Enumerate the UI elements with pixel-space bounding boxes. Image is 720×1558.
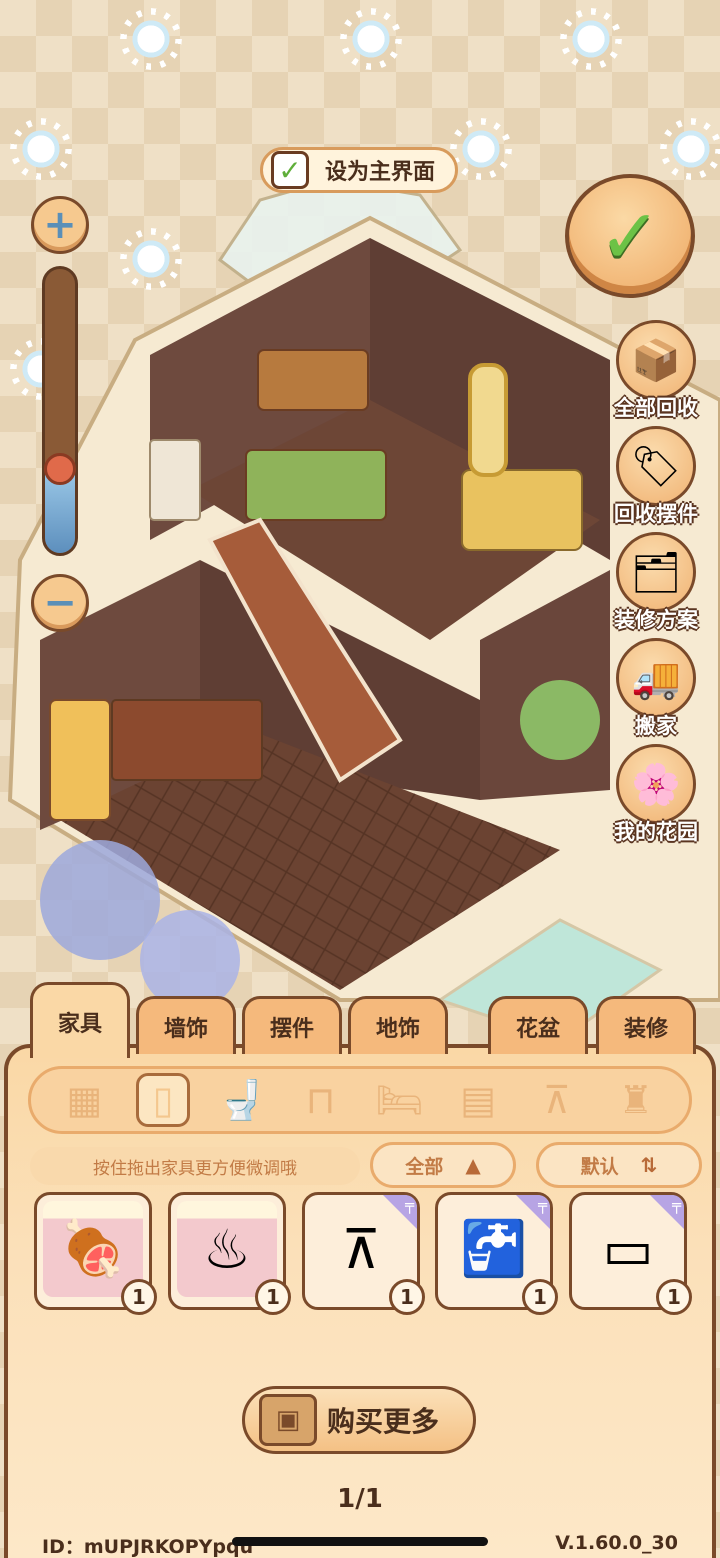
lamp-icon[interactable]: ♜ [609,1073,663,1127]
page-indicator: 1/1 [337,1484,383,1514]
user-id: ID：mUPJRKOPYpqu [42,1536,254,1558]
filter-dropdown[interactable]: 全部 ▲ [370,1142,516,1188]
sort-icon: ⇅ [640,1153,658,1177]
version-label: V.1.60.0_30 [555,1532,678,1554]
recycle-ornament-icon: 🏷 [616,426,696,506]
tab-furniture[interactable]: 家具 [30,982,130,1058]
table-icon[interactable]: ⊼ [530,1073,584,1127]
decor-plan-label: 装修方案 [614,608,698,632]
zoom-in-button[interactable]: + [31,196,89,254]
moving-truck-icon: 🚚 [616,638,696,718]
item-count-badge: 1 [121,1279,157,1315]
zoom-slider-handle[interactable] [44,453,76,485]
tab-label: 装修 [623,1016,668,1042]
minus-icon: − [43,580,77,626]
buy-more-button[interactable]: ▣ 购买更多 [242,1386,476,1454]
plus-icon: + [43,202,77,248]
my-garden-button[interactable]: 🌸 我的花园 [606,744,706,846]
garden-arch-icon: 🌸 [616,744,696,824]
pin-icon: ╤ [671,1196,681,1214]
tab-wall-decor[interactable]: 墙饰 [136,996,236,1054]
tab-label: 花盆 [515,1016,560,1042]
pin-icon: ╤ [537,1196,547,1214]
filter-label: 全部 [405,1155,444,1178]
item-count-badge: 1 [389,1279,425,1315]
item-card-sink-counter[interactable]: 🚰 ╤ 1 [435,1192,558,1315]
recycle-all-button[interactable]: 📦 全部回收 [606,320,706,422]
tab-renovation[interactable]: 装修 [596,996,696,1054]
cardboard-box-icon: ▣ [259,1394,317,1446]
category-bar: ▦ ▯ 🚽 ⊓ 🛏 ▤ ⊼ ♜ [28,1066,692,1134]
stool-icon[interactable]: ⊓ [294,1073,348,1127]
decor-plan-icon: 🗂 [616,532,696,612]
confirm-button[interactable]: ✓ [565,174,695,298]
triangle-up-icon: ▲ [465,1153,481,1177]
item-count-badge: 1 [522,1279,558,1315]
item-card-counter[interactable]: ▭ ╤ 1 [569,1192,692,1315]
set-as-main-button[interactable]: ✓ 设为主界面 [260,147,458,193]
sort-label: 默认 [580,1155,619,1178]
decor-plan-button[interactable]: 🗂 装修方案 [606,532,706,634]
recycle-ornament-button[interactable]: 🏷 回收摆件 [606,426,706,528]
drag-hint: 按住拖出家具更方便微调哦 [30,1147,360,1185]
moving-label: 搬家 [635,714,677,738]
tab-ornaments[interactable]: 摆件 [242,996,342,1054]
zoom-out-button[interactable]: − [31,574,89,632]
tab-label: 家具 [57,1011,102,1037]
item-card-table[interactable]: ⊼ ╤ 1 [302,1192,425,1315]
toilet-icon[interactable]: 🚽 [215,1073,269,1127]
pin-icon: ╤ [404,1196,414,1214]
item-count-badge: 1 [656,1279,692,1315]
bed-icon[interactable]: 🛏 [372,1073,426,1127]
my-garden-label: 我的花园 [614,820,698,844]
check-icon: ✓ [271,151,309,189]
cabinet-icon[interactable]: ▤ [451,1073,505,1127]
tab-flower-pots[interactable]: 花盆 [488,996,588,1054]
set-as-main-label: 设为主界面 [325,160,436,185]
item-count-badge: 1 [255,1279,291,1315]
recycle-all-label: 全部回收 [614,396,698,420]
checkmark-icon: ✓ [598,191,662,281]
tab-label: 墙饰 [163,1016,208,1042]
sort-dropdown[interactable]: 默认 ⇅ [536,1142,702,1188]
tab-label: 地饰 [375,1016,420,1042]
home-indicator[interactable] [232,1537,488,1546]
zoom-slider[interactable] [42,266,78,556]
item-card-grill[interactable]: 🍖 1 [34,1192,157,1315]
recycle-all-icon: 📦 [616,320,696,400]
tab-floor-decor[interactable]: 地饰 [348,996,448,1054]
recycle-ornament-label: 回收摆件 [614,502,698,526]
fridge-icon[interactable]: ▯ [136,1073,191,1127]
item-card-stove[interactable]: ♨ 1 [168,1192,291,1315]
buy-more-label: 购买更多 [327,1405,440,1438]
tab-label: 摆件 [269,1016,314,1042]
moving-button[interactable]: 🚚 搬家 [606,638,706,740]
grid-all-icon[interactable]: ▦ [57,1073,111,1127]
